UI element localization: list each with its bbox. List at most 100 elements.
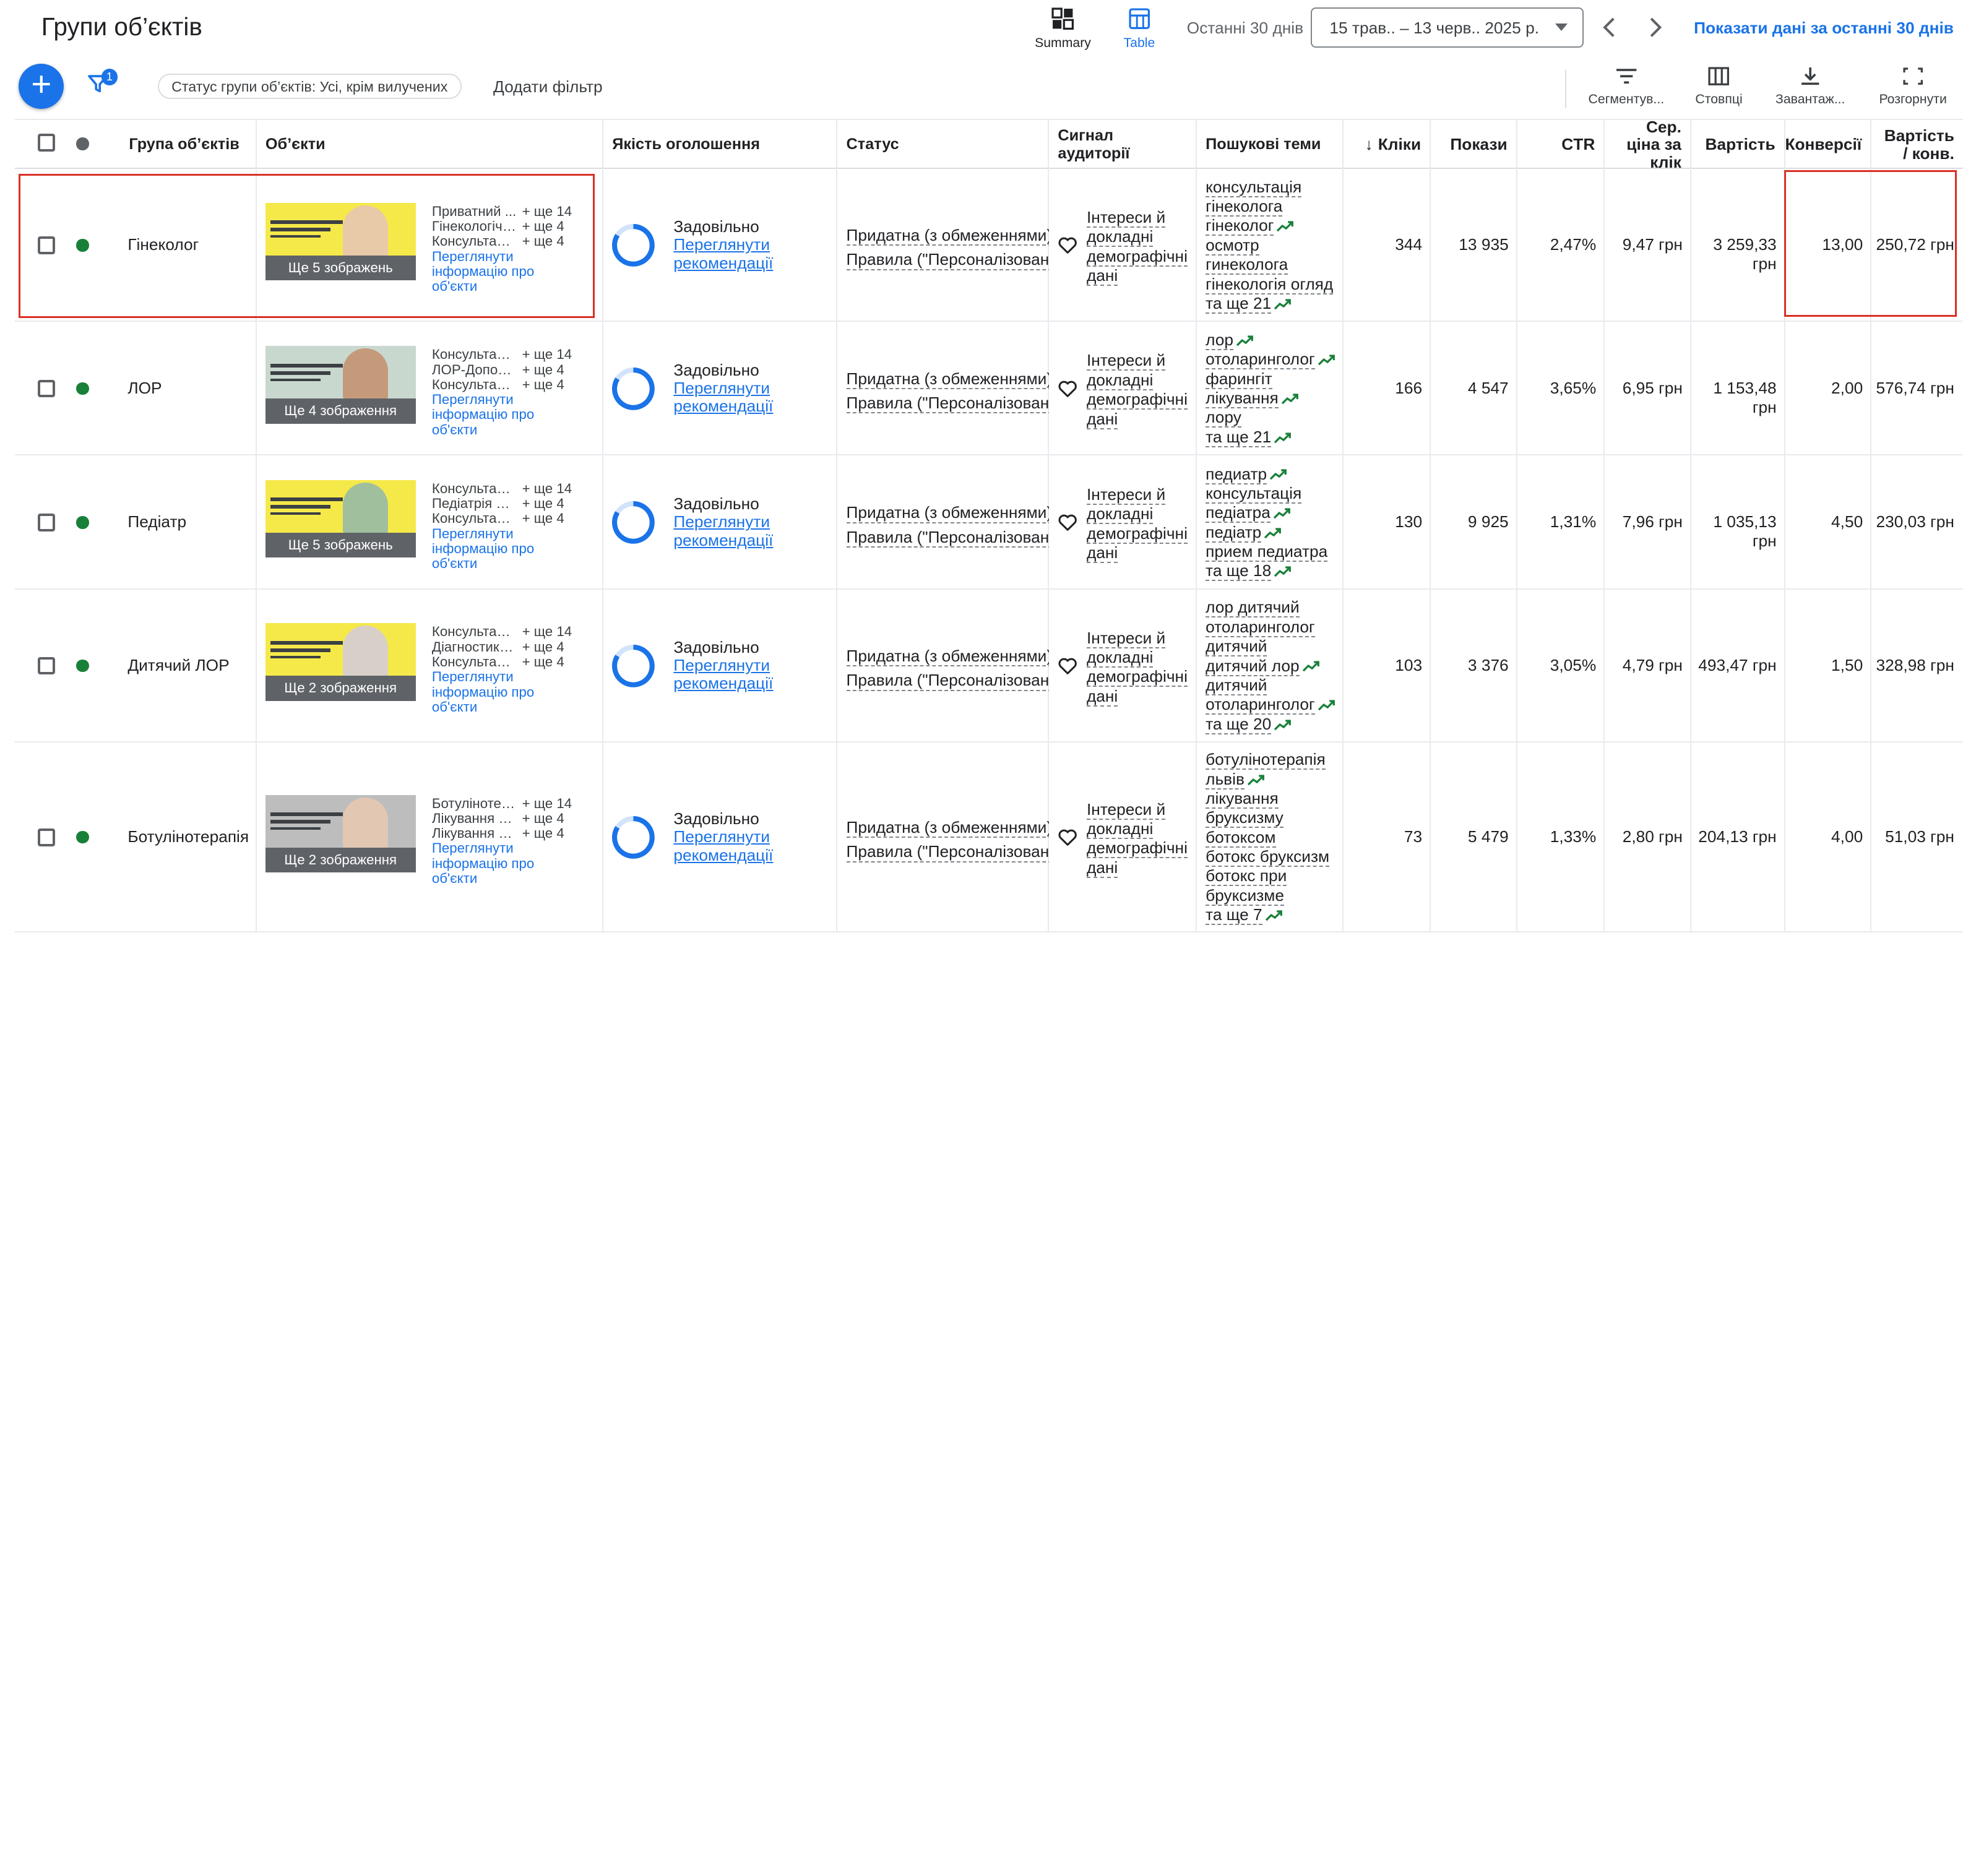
header-clicks[interactable]: ↓ Кліки	[1344, 120, 1431, 170]
row-checkbox[interactable]	[37, 828, 55, 846]
view-assets-link-line: інформацію про	[431, 540, 535, 556]
asset-thumbnail[interactable]: Ще 2 зображення	[265, 623, 416, 701]
status-cell[interactable]: Придатна (з обмеженнями) Правила ("Персон…	[846, 645, 1050, 694]
audience-signal[interactable]: Інтереси й докладні демографічні дані	[1086, 628, 1189, 707]
asset-group-name[interactable]: Ботулінотерапія	[127, 827, 252, 846]
column-divider	[1195, 589, 1197, 741]
metric-cost: 204,13 грн	[1698, 827, 1777, 846]
asset-group-name[interactable]: ЛОР	[127, 379, 252, 397]
table-row[interactable]: Ботулінотерапія Ще 2 зображення Ботуліноте…	[15, 742, 1963, 933]
header-quality[interactable]: Якість оголошення	[603, 120, 838, 170]
search-theme-text: осмотр	[1206, 235, 1259, 256]
search-theme-text: та ще 21	[1206, 293, 1272, 314]
audience-signal-line: демографічні	[1086, 246, 1188, 267]
view-recommendations-link[interactable]: Переглянути рекомендації	[673, 379, 773, 416]
header-status[interactable]: Статус	[837, 120, 1050, 170]
add-filter-button[interactable]: Додати фільтр	[493, 77, 603, 97]
asset-name: ЛОР-Допомо...	[431, 362, 517, 377]
view-recommendations-link[interactable]: Переглянути рекомендації	[673, 656, 773, 693]
audience-signal[interactable]: Інтереси й докладні демографічні дані	[1086, 799, 1189, 878]
view-recommendations-link[interactable]: Переглянути рекомендації	[673, 236, 773, 272]
fullscreen-icon	[1903, 67, 1923, 85]
metric-clicks: 130	[1395, 512, 1423, 531]
asset-thumbnail[interactable]: Ще 5 зображень	[265, 480, 416, 558]
status-text: Придатна (з обмеженнями)	[846, 369, 1050, 390]
asset-line: Педіатрія що... + ще 4	[432, 496, 582, 511]
row-checkbox[interactable]	[37, 657, 55, 675]
view-summary-label: Summary	[1035, 35, 1091, 50]
view-recommendations-link[interactable]: Переглянути рекомендації	[673, 513, 773, 549]
select-all-checkbox[interactable]	[37, 134, 55, 152]
search-themes[interactable]: ботулінотерапія львів лікування бруксизму бо…	[1206, 750, 1340, 926]
download-label: Завантаж...	[1775, 91, 1845, 106]
status-filter-chip[interactable]: Статус групи об’єктів: Усі, крім вилучен…	[157, 74, 462, 99]
metric-cpc: 7,96 грн	[1622, 512, 1683, 531]
table-row[interactable]: Педіатр Ще 5 зображень Консультаці... + ще …	[15, 455, 1963, 590]
view-assets-link[interactable]: Переглянути інформацію про об'єкти	[432, 669, 545, 715]
date-range-select[interactable]: 15 трав.. – 13 черв.. 2025 р.	[1311, 7, 1584, 48]
header-cost[interactable]: Вартість	[1691, 120, 1785, 170]
row-checkbox[interactable]	[37, 379, 55, 398]
table-row[interactable]: ЛОР Ще 4 зображення Консультаці... + ще 14 Л…	[15, 321, 1963, 456]
enabled-status-icon	[76, 382, 89, 395]
header-group[interactable]: Група об’єктів	[120, 120, 257, 170]
search-themes[interactable]: консультація гінеколога гінеколог осмотр гин…	[1206, 177, 1340, 314]
search-theme-text: лікування	[1206, 788, 1279, 809]
segment-button[interactable]: Сегментув...	[1582, 66, 1670, 106]
header-topics[interactable]: Пошукові теми	[1197, 120, 1344, 170]
view-assets-link[interactable]: Переглянути інформацію про об'єкти	[431, 526, 545, 572]
view-summary-button[interactable]: Summary	[1025, 6, 1100, 51]
metric-conv: 2,00	[1831, 378, 1863, 397]
search-themes[interactable]: лор отоларинголог фарингіт лікування лору та …	[1206, 330, 1340, 447]
asset-more-count: + ще 4	[522, 639, 564, 655]
view-assets-link[interactable]: Переглянути інформацію про об'єкти	[432, 840, 545, 886]
audience-signal-line: Інтереси й	[1086, 351, 1166, 371]
audience-signal-line: демографічні	[1086, 667, 1188, 687]
audience-signal[interactable]: Інтереси й докладні демографічні дані	[1086, 351, 1189, 429]
view-assets-link-line: об'єкти	[431, 699, 478, 715]
audience-signal-line: дані	[1086, 858, 1118, 878]
status-cell[interactable]: Придатна (з обмеженнями) Правила ("Персон…	[846, 224, 1050, 273]
asset-thumbnail[interactable]: Ще 4 зображення	[265, 346, 416, 424]
status-cell[interactable]: Придатна (з обмеженнями) Правила ("Персон…	[846, 501, 1050, 550]
audience-signal[interactable]: Інтереси й докладні демографічні дані	[1086, 207, 1189, 286]
search-themes[interactable]: лор дитячий отоларинголог дитячий дитячий л…	[1206, 598, 1340, 734]
add-asset-group-button[interactable]: +	[19, 64, 64, 109]
view-assets-link[interactable]: Переглянути інформацію про об'єкти	[432, 392, 545, 437]
expand-button[interactable]: Розгорнути	[1869, 66, 1957, 106]
header-audience[interactable]: Сигнал аудиторії	[1049, 120, 1197, 170]
status-cell[interactable]: Придатна (з обмеженнями) Правила ("Персон…	[846, 816, 1050, 865]
header-assets[interactable]: Об’єкти	[257, 120, 604, 170]
asset-group-name[interactable]: Педіатр	[127, 512, 252, 531]
search-theme: фарингіт	[1206, 369, 1340, 389]
page-header: Групи об’єктів Summary Table Останні 30 …	[0, 0, 1963, 58]
download-button[interactable]: Завантаж...	[1766, 66, 1854, 106]
header-ctr[interactable]: CTR	[1517, 120, 1605, 170]
audience-signal[interactable]: Інтереси й докладні демографічні дані	[1086, 484, 1189, 563]
asset-name: Консультація...	[431, 377, 517, 392]
asset-thumbnail[interactable]: Ще 2 зображення	[265, 794, 416, 872]
table-row[interactable]: Дитячий ЛОР Ще 2 зображення Консультаці...…	[15, 589, 1963, 742]
header-cost-per-conv[interactable]: Вартість / конв.	[1871, 120, 1963, 169]
asset-group-name[interactable]: Дитячий ЛОР	[127, 656, 252, 674]
search-theme: прием педиатра	[1206, 541, 1340, 562]
header-cpc[interactable]: Сер. ціна за клік	[1605, 118, 1692, 171]
asset-name: Лікування Мі...	[431, 826, 517, 841]
status-cell[interactable]: Придатна (з обмеженнями) Правила ("Персон…	[846, 368, 1050, 416]
trend-up-icon	[1318, 700, 1335, 711]
next-period-button[interactable]	[1642, 12, 1667, 43]
columns-button[interactable]: Стовпці	[1675, 66, 1763, 106]
row-checkbox[interactable]	[37, 514, 55, 531]
header-impressions[interactable]: Покази	[1431, 120, 1517, 170]
search-themes[interactable]: педиатр консультація педіатра педіатр прием …	[1206, 464, 1340, 582]
header-conversions[interactable]: Конверсії	[1785, 120, 1872, 170]
thumbnail-text-line	[270, 820, 331, 824]
audience-signal-line: Інтереси й	[1086, 484, 1166, 505]
show-last-30-days-link[interactable]: Показати дані за останні 30 днів	[1694, 19, 1954, 38]
view-recommendations-link[interactable]: Переглянути рекомендації	[673, 828, 773, 864]
view-table-button[interactable]: Table	[1102, 6, 1176, 51]
previous-period-button[interactable]	[1597, 12, 1622, 43]
search-theme: львів	[1206, 769, 1340, 790]
search-theme: гінекологія огляд	[1206, 274, 1340, 295]
segment-icon	[1616, 69, 1637, 84]
